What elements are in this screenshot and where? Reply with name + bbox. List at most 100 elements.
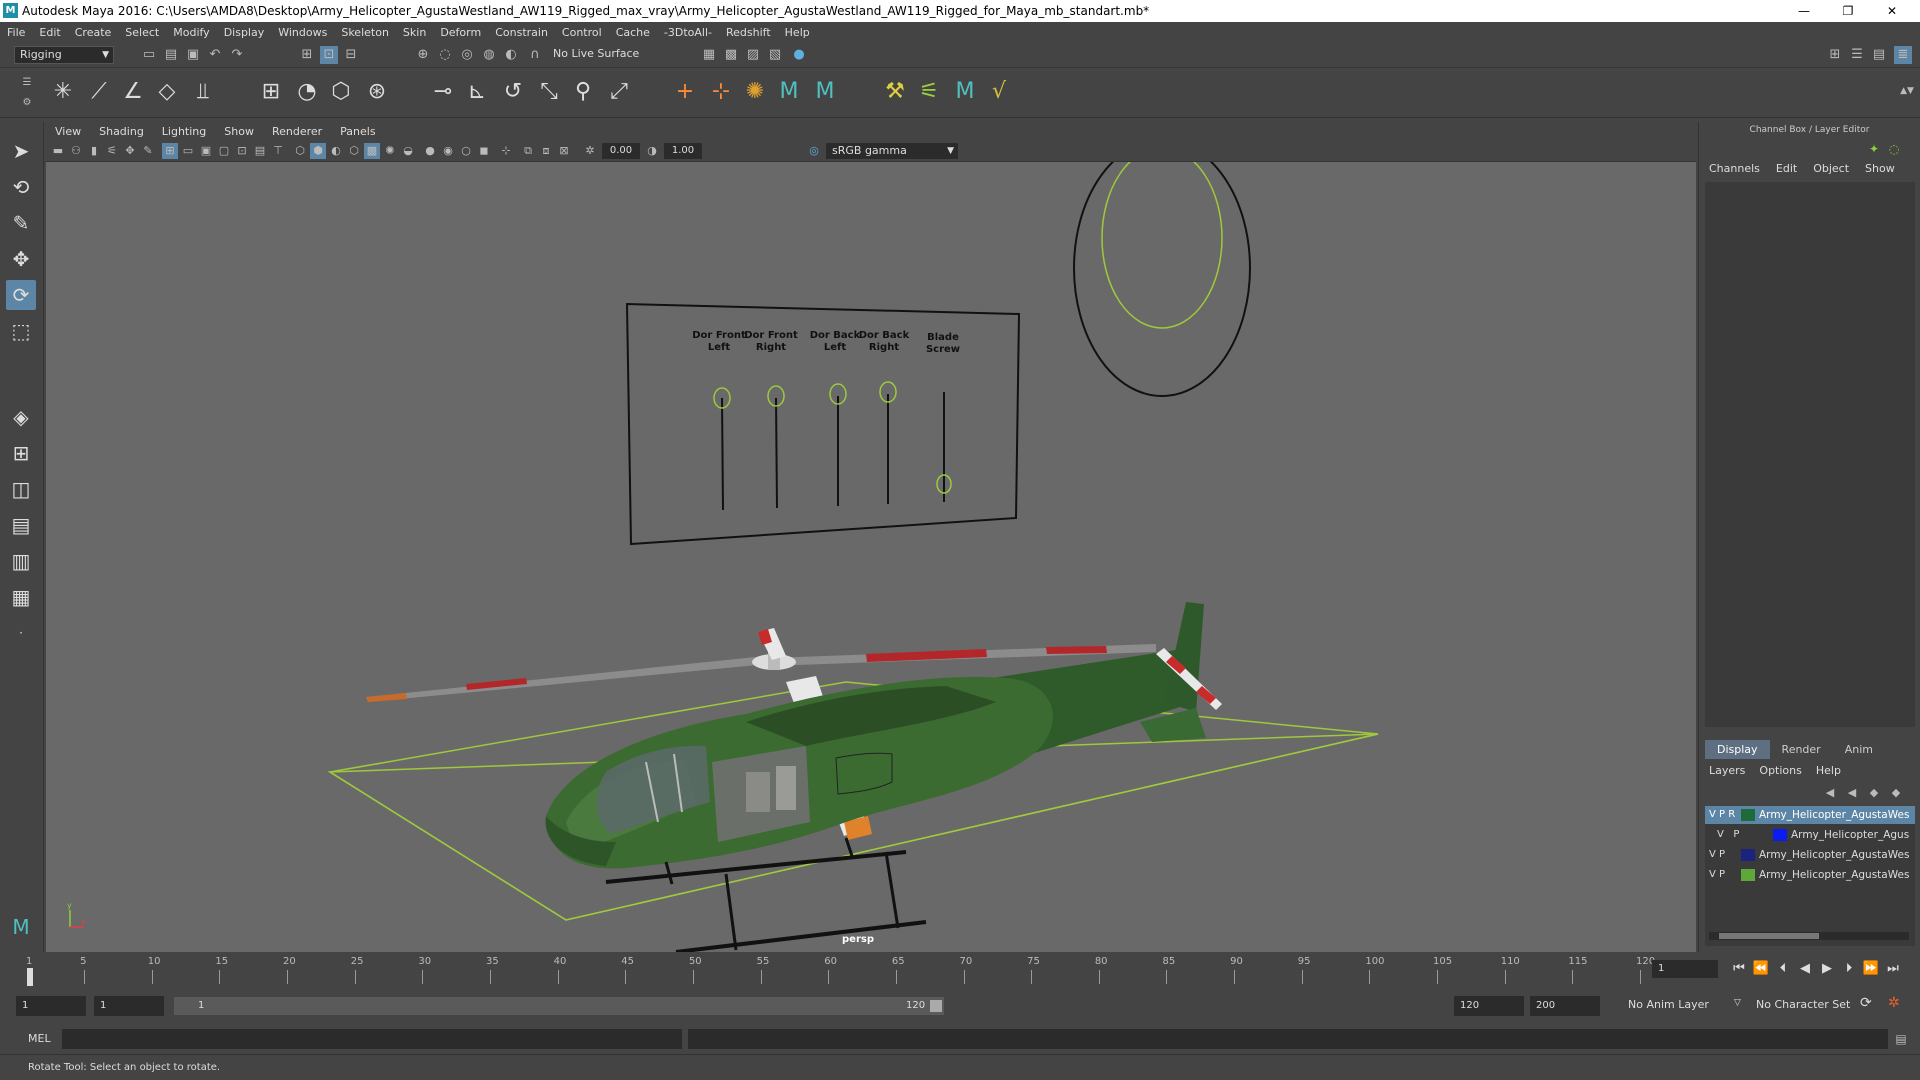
anti-aliasing-icon[interactable]: ○ (458, 143, 474, 159)
preferences-icon[interactable]: ✲ (1888, 995, 1900, 1011)
vp-menu-panels[interactable]: Panels (331, 125, 384, 138)
step-back-frame-icon[interactable]: ⏴ (1772, 960, 1794, 978)
range-slider[interactable]: 1 120 (174, 997, 944, 1015)
isolate-select-icon[interactable]: ⊹ (498, 143, 514, 159)
3dtoall-toolbox-icon[interactable]: M (6, 912, 36, 942)
hypershade-icon[interactable]: ● (790, 46, 808, 64)
play-backward-icon[interactable]: ◀ (1794, 960, 1816, 978)
gate-mask-icon[interactable]: ▢ (216, 143, 232, 159)
single-pane-layout-icon[interactable]: ◈ (6, 402, 36, 432)
view-transform-dropdown[interactable]: sRGB gamma ▼ (826, 143, 958, 159)
layer-row[interactable]: V P Army_Helicopter_AgustaWes (1705, 866, 1915, 884)
layer-name[interactable]: Army_Helicopter_AgustaWes (1759, 846, 1913, 864)
brush-tool-icon[interactable]: ⚟ (914, 77, 944, 107)
layer-name[interactable]: Army_Helicopter_AgustaWes (1759, 866, 1913, 884)
menu-help[interactable]: Help (778, 26, 817, 39)
layer-name[interactable]: Army_Helicopter_AgustaWes (1759, 806, 1913, 824)
select-hierarchy-icon[interactable]: ⊞ (298, 46, 316, 64)
channel-list[interactable] (1705, 182, 1915, 727)
snap-grid-icon[interactable]: ⊕ (414, 46, 432, 64)
command-input[interactable] (62, 1029, 682, 1049)
layer-visible-toggle[interactable]: V (1717, 829, 1724, 840)
mirror-joint-icon[interactable]: ⫫ (188, 77, 218, 107)
menu-3dtoall[interactable]: -3DtoAll- (657, 26, 719, 39)
rotor-control-circle[interactable] (1073, 162, 1251, 397)
default-material-icon[interactable]: ◐ (328, 143, 344, 159)
current-time-marker[interactable] (27, 968, 33, 986)
tab-render[interactable]: Render (1770, 740, 1833, 759)
select-component-icon[interactable]: ⊟ (342, 46, 360, 64)
current-frame-field[interactable]: 1 (1652, 960, 1718, 978)
safe-title-icon[interactable]: ⊤ (270, 143, 286, 159)
layer-color-swatch[interactable] (1741, 849, 1755, 861)
channel-box-key-icon[interactable]: ✦ (1865, 140, 1883, 158)
modeling-toolkit-icon[interactable]: ⊞ (1826, 46, 1844, 64)
open-scene-icon[interactable]: ▤ (162, 46, 180, 64)
checkmark-tool-icon[interactable]: √ (984, 77, 1014, 107)
render-frame-icon[interactable]: ▩ (722, 46, 740, 64)
grid-icon[interactable]: ⊞ (162, 143, 178, 159)
textured-icon[interactable]: ▩ (364, 143, 380, 159)
wrap-icon[interactable]: ⊛ (362, 77, 392, 107)
magnet-icon[interactable]: ∩ (526, 46, 544, 64)
move-tool-icon[interactable]: ✥ (6, 244, 36, 274)
vp-menu-view[interactable]: View (46, 125, 90, 138)
graph-layout-icon[interactable]: ▥ (6, 546, 36, 576)
skin-bind-icon[interactable]: ⊞ (256, 77, 286, 107)
layer-row[interactable]: V P Army_Helicopter_AgustaWes (1705, 846, 1915, 864)
menu-create[interactable]: Create (68, 26, 119, 39)
render-settings-icon[interactable]: ▦ (700, 46, 718, 64)
redo-icon[interactable]: ↷ (228, 46, 246, 64)
3dtoall-logo-icon[interactable]: M (774, 77, 804, 107)
bookmark-icon[interactable]: ▮ (86, 143, 102, 159)
four-pane-layout-icon[interactable]: ⊞ (6, 438, 36, 468)
motion-blur-icon[interactable]: ◉ (440, 143, 456, 159)
xray-icon[interactable]: ⧉ (520, 143, 536, 159)
menu-constrain[interactable]: Constrain (488, 26, 555, 39)
vp-menu-lighting[interactable]: Lighting (153, 125, 215, 138)
script-language-toggle[interactable]: MEL (28, 1032, 51, 1045)
undo-icon[interactable]: ↶ (206, 46, 224, 64)
camera-tools-icon[interactable]: ⚇ (68, 143, 84, 159)
cb-menu-channels[interactable]: Channels (1709, 162, 1760, 175)
scale-constraint-icon[interactable]: ⤡ (534, 77, 564, 107)
chevron-down-icon[interactable]: ▽ (1734, 998, 1741, 1008)
grease-pencil-icon[interactable]: ✎ (140, 143, 156, 159)
menu-cache[interactable]: Cache (609, 26, 657, 39)
restore-button[interactable]: ❐ (1826, 0, 1870, 22)
layer-playback-toggle[interactable]: P (1719, 809, 1725, 820)
layer-color-swatch[interactable] (1773, 829, 1787, 841)
range-slider-handle[interactable] (930, 1000, 942, 1012)
close-button[interactable]: ✕ (1870, 0, 1914, 22)
more-layouts-icon[interactable]: · (6, 618, 36, 648)
menu-select[interactable]: Select (118, 26, 166, 39)
layer-row[interactable]: V P R Army_Helicopter_AgustaWes (1705, 806, 1915, 824)
hypershade-layout-icon[interactable]: ▦ (6, 582, 36, 612)
lights-icon[interactable]: ✺ (382, 143, 398, 159)
menu-deform[interactable]: Deform (433, 26, 488, 39)
attribute-editor-icon[interactable]: ☰ (1848, 46, 1866, 64)
viewport-panel[interactable]: View Shading Lighting Show Renderer Pane… (46, 122, 1696, 952)
layer-playback-toggle[interactable]: P (1733, 829, 1739, 840)
layer-visible-toggle[interactable]: V (1709, 869, 1716, 880)
smooth-shade-icon[interactable]: ⬢ (310, 143, 326, 159)
layer-visible-toggle[interactable]: V (1709, 809, 1716, 820)
new-layer-selected-icon[interactable]: ◆ (1887, 784, 1905, 802)
live-surface-label[interactable]: No Live Surface (553, 47, 639, 60)
layer-flags[interactable]: V P (1717, 826, 1761, 844)
select-object-icon[interactable]: ⊡ (320, 46, 338, 64)
new-empty-layer-icon[interactable]: ◆ (1865, 784, 1883, 802)
cb-menu-edit[interactable]: Edit (1776, 162, 1797, 175)
joint-tool-icon[interactable]: ✳ (48, 77, 78, 107)
shelf-tool-icon[interactable]: M (950, 77, 980, 107)
parent-constraint-icon[interactable]: ⚲ (568, 77, 598, 107)
channel-box-toggle-icon[interactable]: ≣ (1894, 46, 1912, 64)
layer-playback-toggle[interactable]: P (1719, 849, 1725, 860)
time-slider[interactable]: 1 5 10 15 20 25 30 35 40 45 50 55 60 65 70 75 80 85 90 95 10… (0, 952, 1920, 990)
camera-attributes-icon[interactable]: ▬ (50, 143, 66, 159)
insert-joint-icon[interactable]: ◇ (152, 77, 182, 107)
layer-row[interactable]: V P Army_Helicopter_Agus (1705, 826, 1915, 844)
menu-windows[interactable]: Windows (271, 26, 334, 39)
cb-menu-show[interactable]: Show (1865, 162, 1895, 175)
ipr-render-icon[interactable]: ▨ (744, 46, 762, 64)
